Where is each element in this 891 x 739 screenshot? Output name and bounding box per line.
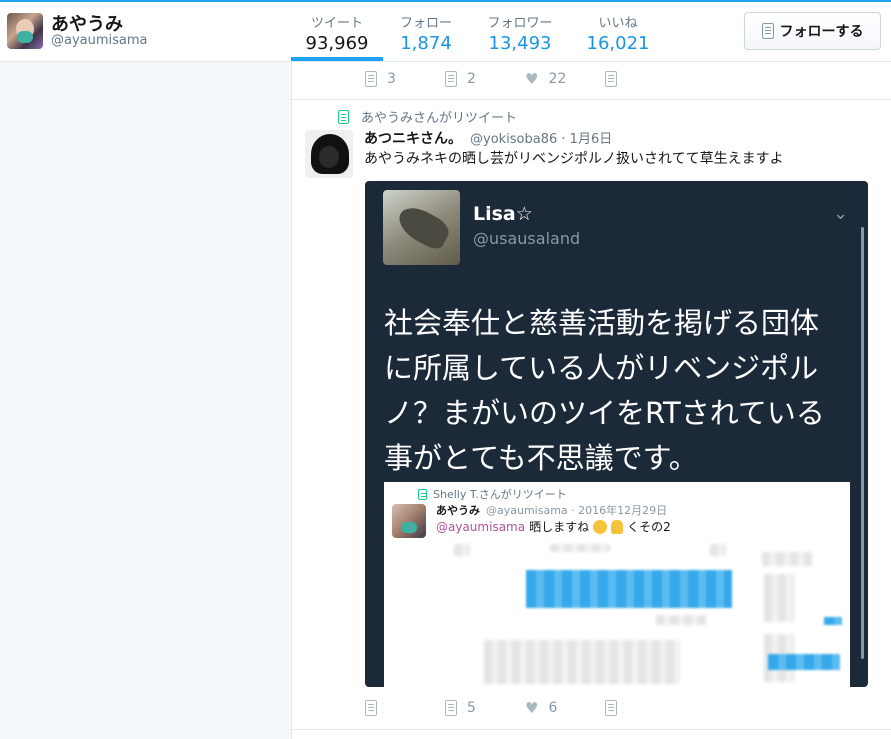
- smile-emoji-icon: [593, 519, 608, 534]
- stat-label: ツイート: [310, 16, 363, 31]
- blurred-content: [762, 552, 812, 566]
- blurred-content: [484, 640, 680, 684]
- reply-action[interactable]: 3: [365, 71, 445, 87]
- retweet-icon: [445, 71, 457, 87]
- follow-icon: [761, 23, 774, 39]
- tweet-author-name[interactable]: あつニキさん。: [364, 128, 462, 148]
- more-action[interactable]: [605, 700, 685, 716]
- pray-emoji-icon: [611, 519, 624, 534]
- retweet-count: 5: [467, 700, 476, 716]
- timeline: 3 2 ♥ 22 あやうみさんがリツイート あつニキさん。 @yokisoba86…: [291, 62, 891, 739]
- stat-label: いいね: [598, 16, 638, 31]
- reply-action[interactable]: [365, 700, 445, 716]
- embedded-tweet-image[interactable]: Lisa☆ @usausaland ⌄ 社会奉仕と慈善活動を掲げる団体に所属して…: [365, 181, 868, 687]
- tweet-divider: [292, 729, 891, 730]
- heart-icon: ♥: [525, 699, 539, 717]
- active-tab-underline: [291, 57, 383, 61]
- retweet-action[interactable]: 5: [445, 700, 525, 716]
- stat-followers[interactable]: フォロワー 13,493: [472, 12, 568, 54]
- retweet-icon: [445, 700, 457, 716]
- profile-handle: @ayaumisama: [51, 33, 148, 48]
- follow-button[interactable]: フォローする: [744, 12, 881, 50]
- retweet-action[interactable]: 2: [445, 71, 525, 87]
- stat-following[interactable]: フォロー 1,874: [383, 12, 469, 54]
- stat-value: 13,493: [488, 33, 552, 54]
- tweet-divider: [292, 99, 891, 100]
- embedded-avatar: [383, 190, 460, 265]
- blurred-content: [764, 574, 794, 622]
- like-action[interactable]: ♥ 22: [525, 70, 605, 88]
- blurred-bubble: [824, 617, 842, 625]
- more-icon: [605, 700, 617, 716]
- stat-value: 16,021: [586, 33, 650, 54]
- tweet-text: あやうみネキの晒し芸がリベンジポルノ扱いされてて草生えますよ: [364, 151, 784, 167]
- more-icon: [605, 71, 617, 87]
- inner-screenshot: Shelly T.さんがリツイート あやうみ @ayaumisama · 201…: [384, 482, 850, 687]
- profile-header: あやうみ @ayaumisama ツイート 93,969 フォロー 1,874 …: [0, 0, 891, 62]
- inner-author-meta: @ayaumisama · 2016年12月29日: [486, 504, 668, 517]
- inner-mention: @ayaumisama: [436, 519, 526, 534]
- like-action[interactable]: ♥ 6: [525, 699, 605, 717]
- chevron-down-icon: ⌄: [833, 203, 849, 224]
- like-count: 22: [548, 71, 567, 87]
- retweet-icon: [338, 109, 349, 124]
- reply-icon: [365, 71, 377, 87]
- more-action[interactable]: [605, 71, 685, 87]
- inner-header: あやうみ @ayaumisama · 2016年12月29日: [436, 502, 667, 518]
- retweet-context-label: あやうみさんがリツイート: [361, 111, 518, 126]
- blurred-content: [550, 544, 610, 552]
- profile-avatar[interactable]: [7, 13, 43, 49]
- blurred-bubble: [768, 654, 840, 670]
- inner-text-b: くその2: [627, 520, 671, 534]
- tweet-author-avatar[interactable]: [305, 130, 353, 178]
- like-count: 6: [548, 700, 558, 716]
- inner-tweet-text: @ayaumisama 晒しますね くその2: [436, 518, 671, 535]
- stat-label: フォロワー: [487, 16, 553, 31]
- retweet-icon: [418, 488, 427, 500]
- blurred-content: [454, 544, 470, 556]
- blurred-content: [710, 544, 726, 556]
- stat-value: 93,969: [305, 33, 369, 54]
- embedded-scrollbar: [861, 227, 864, 659]
- blurred-content: [656, 615, 706, 625]
- inner-text-a: 晒しますね: [529, 520, 590, 534]
- stat-value: 1,874: [400, 33, 452, 54]
- embedded-author-handle: @usausaland: [473, 229, 581, 248]
- tweet-author-meta[interactable]: @yokisoba86 · 1月6日: [470, 128, 612, 147]
- top-accent-line: [0, 0, 891, 2]
- retweet-context[interactable]: あやうみさんがリツイート: [338, 107, 517, 126]
- reply-count: 3: [387, 71, 396, 87]
- inner-retweet-label: Shelly T.さんがリツイート: [433, 488, 567, 501]
- retweet-count: 2: [467, 71, 476, 87]
- embedded-author-name: Lisa☆: [473, 203, 533, 225]
- follow-button-label: フォローする: [779, 24, 864, 40]
- reply-icon: [365, 700, 377, 716]
- blurred-bubble: [526, 570, 732, 608]
- stat-likes[interactable]: いいね 16,021: [578, 12, 658, 54]
- inner-retweet-context: Shelly T.さんがリツイート: [418, 486, 567, 502]
- embedded-tweet-text: 社会奉仕と慈善活動を掲げる団体に所属している人がリベンジポルノ？まがいのツイをR…: [384, 306, 825, 475]
- heart-icon: ♥: [525, 70, 539, 88]
- inner-author-name: あやうみ: [436, 504, 480, 517]
- inner-avatar: [392, 504, 426, 538]
- prev-tweet-actions: 3 2 ♥ 22: [365, 70, 685, 88]
- tweet-actions: 5 ♥ 6: [365, 699, 685, 717]
- tweet-header: あつニキさん。 @yokisoba86 · 1月6日: [364, 128, 612, 148]
- stat-label: フォロー: [399, 16, 452, 31]
- stat-tweets[interactable]: ツイート 93,969: [291, 12, 383, 54]
